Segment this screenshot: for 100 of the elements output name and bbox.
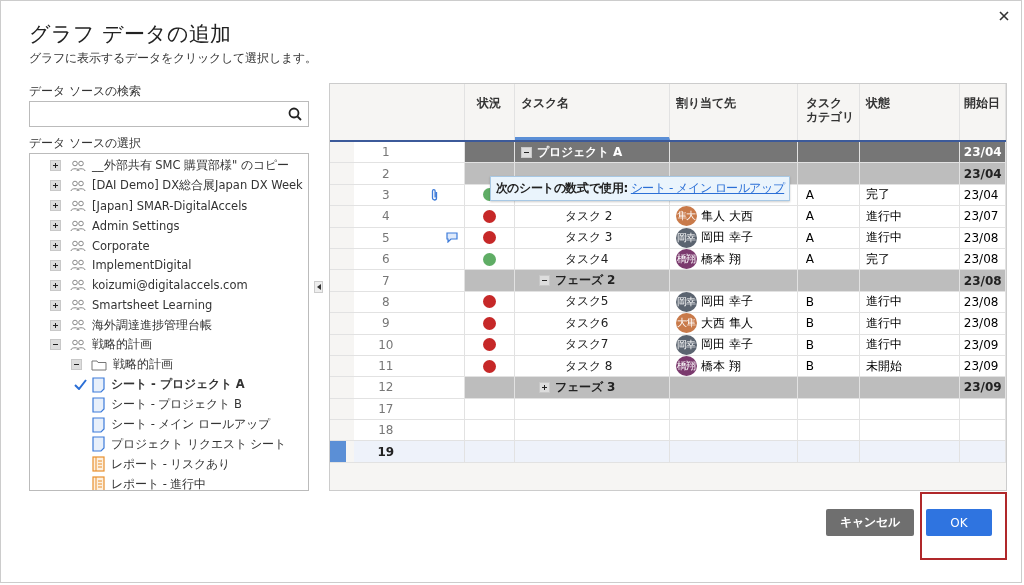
close-icon[interactable] [997,9,1011,23]
expand-toggle-icon[interactable] [50,200,61,212]
status-cell: 進行中 [859,334,960,355]
expand-toggle-icon[interactable] [50,259,61,271]
tree-item[interactable]: シート - プロジェクト A [111,377,245,393]
tree-item[interactable]: koizumi@digitalaccels.com [92,278,248,293]
cancel-button[interactable]: キャンセル [826,509,914,536]
row-number: 11 [377,358,395,376]
tooltip-text: 次のシートの数式で使用: [495,181,628,195]
date-cell: 23/09 [959,377,1006,398]
tree-item[interactable]: Corporate [92,238,150,253]
expand-toggle-icon[interactable] [50,240,61,251]
date-cell: 23/04 [959,184,1006,206]
task-name: タスク6 [564,314,609,332]
tree-item[interactable]: Smartsheet Learning [92,298,213,313]
collapse-toggle-icon[interactable] [520,146,532,158]
selected-row[interactable]: 19 [329,441,1006,463]
tree-item[interactable]: 海外調達進捗管理台帳 [92,317,212,333]
tree-item[interactable]: Admin Settings [92,218,180,233]
tree-item[interactable]: 戦略的計画 [113,357,173,373]
people-icon [70,199,86,212]
row-number: 17 [377,400,395,418]
status-cell: 完了 [859,184,960,206]
collapse-toggle-icon[interactable] [538,275,550,287]
tree-item[interactable]: シート - メイン ロールアップ [111,417,271,432]
expand-toggle-icon[interactable] [50,299,61,311]
task-name: タスク4 [564,250,609,268]
expand-toggle-icon[interactable] [50,220,61,232]
sheet-icon [92,396,105,413]
collapse-toggle-icon[interactable] [71,359,82,371]
date-cell: 23/08 [959,248,1006,270]
tree-item[interactable]: 戦略的計画 [92,337,152,353]
tree-item[interactable]: [Japan] SMAR-DigitalAccels [92,198,248,213]
row-number: 9 [381,315,391,333]
tree-item[interactable]: ImplementDigital [92,258,192,273]
tree-item[interactable]: レポート - リスクあり [111,456,231,472]
tree-item[interactable]: __外部共有 SMC 購買部様" のコピー [92,158,289,174]
category-cell: B [797,355,860,377]
people-icon [70,319,86,332]
row-number: 6 [381,251,391,269]
column-header: 割り当て先 [675,96,736,110]
tree-item[interactable]: レポート - 進行中 [111,476,207,490]
category-cell: B [797,291,860,313]
avatar: 岡幸 [675,227,697,248]
tree-item[interactable]: プロジェクト リクエスト シート [111,436,287,452]
row-number: 12 [377,379,395,397]
comment-icon[interactable] [445,232,458,244]
status-cell: 進行中 [859,227,960,248]
row-number: 18 [377,422,395,440]
search-label: データ ソースの検索 [29,83,142,99]
expand-toggle-icon[interactable] [50,160,61,172]
task-name: フェーズ 2 [554,272,616,290]
assignee-name: 岡田 幸子 [700,293,753,311]
expand-toggle-icon[interactable] [538,382,550,393]
row-number: 2 [381,165,391,183]
expand-toggle-icon[interactable] [50,279,61,291]
column-header: 状況 [477,96,502,110]
tooltip-link[interactable]: シート - メイン ロールアップ [630,181,785,195]
avatar: 岡幸 [675,334,697,355]
expand-toggle-icon[interactable] [50,180,61,192]
search-icon [288,107,302,121]
task-name: タスク 8 [564,357,613,375]
status-cell: 完了 [859,248,960,270]
folder-icon [91,358,107,371]
collapse-toggle-icon[interactable] [50,339,61,351]
task-name: タスク5 [564,293,609,311]
category-cell: A [797,248,860,270]
dialog-title: グラフ データの追加 [29,21,232,47]
people-icon [70,239,86,252]
status-cell: 進行中 [859,206,960,227]
report-icon [92,456,105,473]
ok-button[interactable]: OK [926,509,992,536]
people-icon [70,338,86,351]
collapse-handle[interactable] [314,281,324,293]
date-cell: 23/09 [959,355,1006,377]
date-cell: 23/04 [959,163,1006,184]
column-header: 開始日 [963,96,1000,110]
people-icon [70,159,86,172]
avatar: 大隼 [675,313,697,334]
assignee-name: 隼人 大西 [700,207,753,225]
row-number: 1 [381,144,391,162]
assignee-name: 岡田 幸子 [700,229,753,247]
people-icon [70,179,86,192]
tree-item[interactable]: [DAI Demo] DX総合展Japan DX Week [92,178,303,194]
dialog-subtitle: グラフに表示するデータをクリックして選択します。 [29,50,318,67]
date-cell: 23/04 [959,142,1006,163]
avatar: 岡幸 [675,291,697,312]
task-name: タスク 2 [564,207,613,225]
status-cell: 進行中 [859,291,960,313]
search-field[interactable] [29,101,309,127]
avatar: 橋翔 [675,356,697,377]
paperclip-icon[interactable] [429,187,439,202]
sheet-icon [92,376,105,393]
date-cell: 23/07 [959,206,1006,227]
assignee-name: 橋本 翔 [700,250,741,268]
tree-item[interactable]: シート - プロジェクト B [111,397,242,413]
expand-toggle-icon[interactable] [50,319,61,331]
people-icon [70,259,86,272]
assignee-name: 岡田 幸子 [700,336,753,354]
row-number: 4 [381,208,391,226]
